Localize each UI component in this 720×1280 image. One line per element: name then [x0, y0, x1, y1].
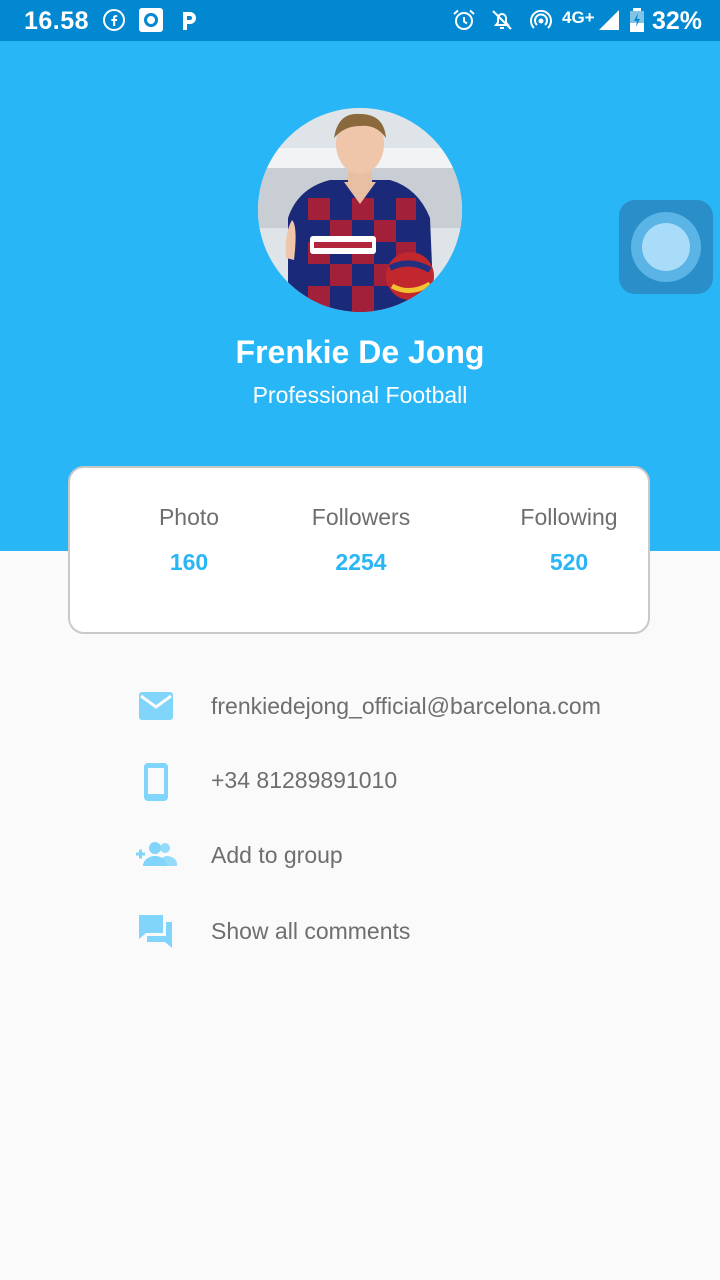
phone-icon — [144, 763, 168, 801]
info-row-comments[interactable]: Show all comments — [0, 910, 720, 960]
info-row-add-group[interactable]: Add to group — [0, 834, 720, 884]
stat-label: Photo — [158, 504, 220, 530]
add-group-text: Add to group — [211, 842, 343, 868]
hotspot-icon — [530, 9, 552, 29]
camera-record-icon — [139, 8, 163, 32]
profile-avatar — [258, 108, 462, 312]
stat-followers[interactable]: Followers 2254 — [281, 504, 441, 576]
phone-text: +34 81289891010 — [211, 767, 398, 793]
profile-name: Frenkie De Jong — [235, 334, 485, 370]
comments-text: Show all comments — [211, 918, 411, 944]
status-bar: 16.58 4G+ 32% — [0, 0, 720, 41]
comments-icon — [139, 915, 172, 948]
stat-following[interactable]: Following 520 — [489, 504, 649, 576]
stat-value: 520 — [549, 549, 589, 575]
status-time: 16.58 — [24, 7, 90, 35]
stat-value: 2254 — [335, 549, 387, 575]
facebook-icon — [103, 9, 125, 31]
stat-value: 160 — [169, 549, 209, 575]
info-row-phone[interactable]: +34 81289891010 — [0, 759, 720, 809]
stat-label: Followers — [311, 504, 411, 530]
assistive-core — [642, 223, 690, 271]
email-icon — [139, 692, 173, 720]
notifications-off-icon — [492, 10, 512, 30]
stat-photo[interactable]: Photo 160 — [109, 504, 269, 576]
p-app-icon — [183, 12, 196, 30]
profile-title: Professional Football — [252, 382, 468, 408]
network-type: 4G+ — [562, 8, 595, 27]
info-row-email[interactable]: frenkiedejong_official@barcelona.com — [0, 685, 720, 735]
alarm-icon — [453, 9, 475, 30]
stat-label: Following — [520, 504, 618, 530]
battery-percent: 32% — [652, 7, 703, 35]
floating-assistive-button[interactable] — [619, 200, 713, 294]
email-text: frenkiedejong_official@barcelona.com — [211, 693, 601, 719]
battery-charging-icon — [630, 8, 644, 32]
signal-icon — [599, 10, 619, 30]
group-add-icon — [136, 842, 177, 866]
stats-card: Photo 160 Followers 2254 Following 520 — [68, 466, 650, 634]
